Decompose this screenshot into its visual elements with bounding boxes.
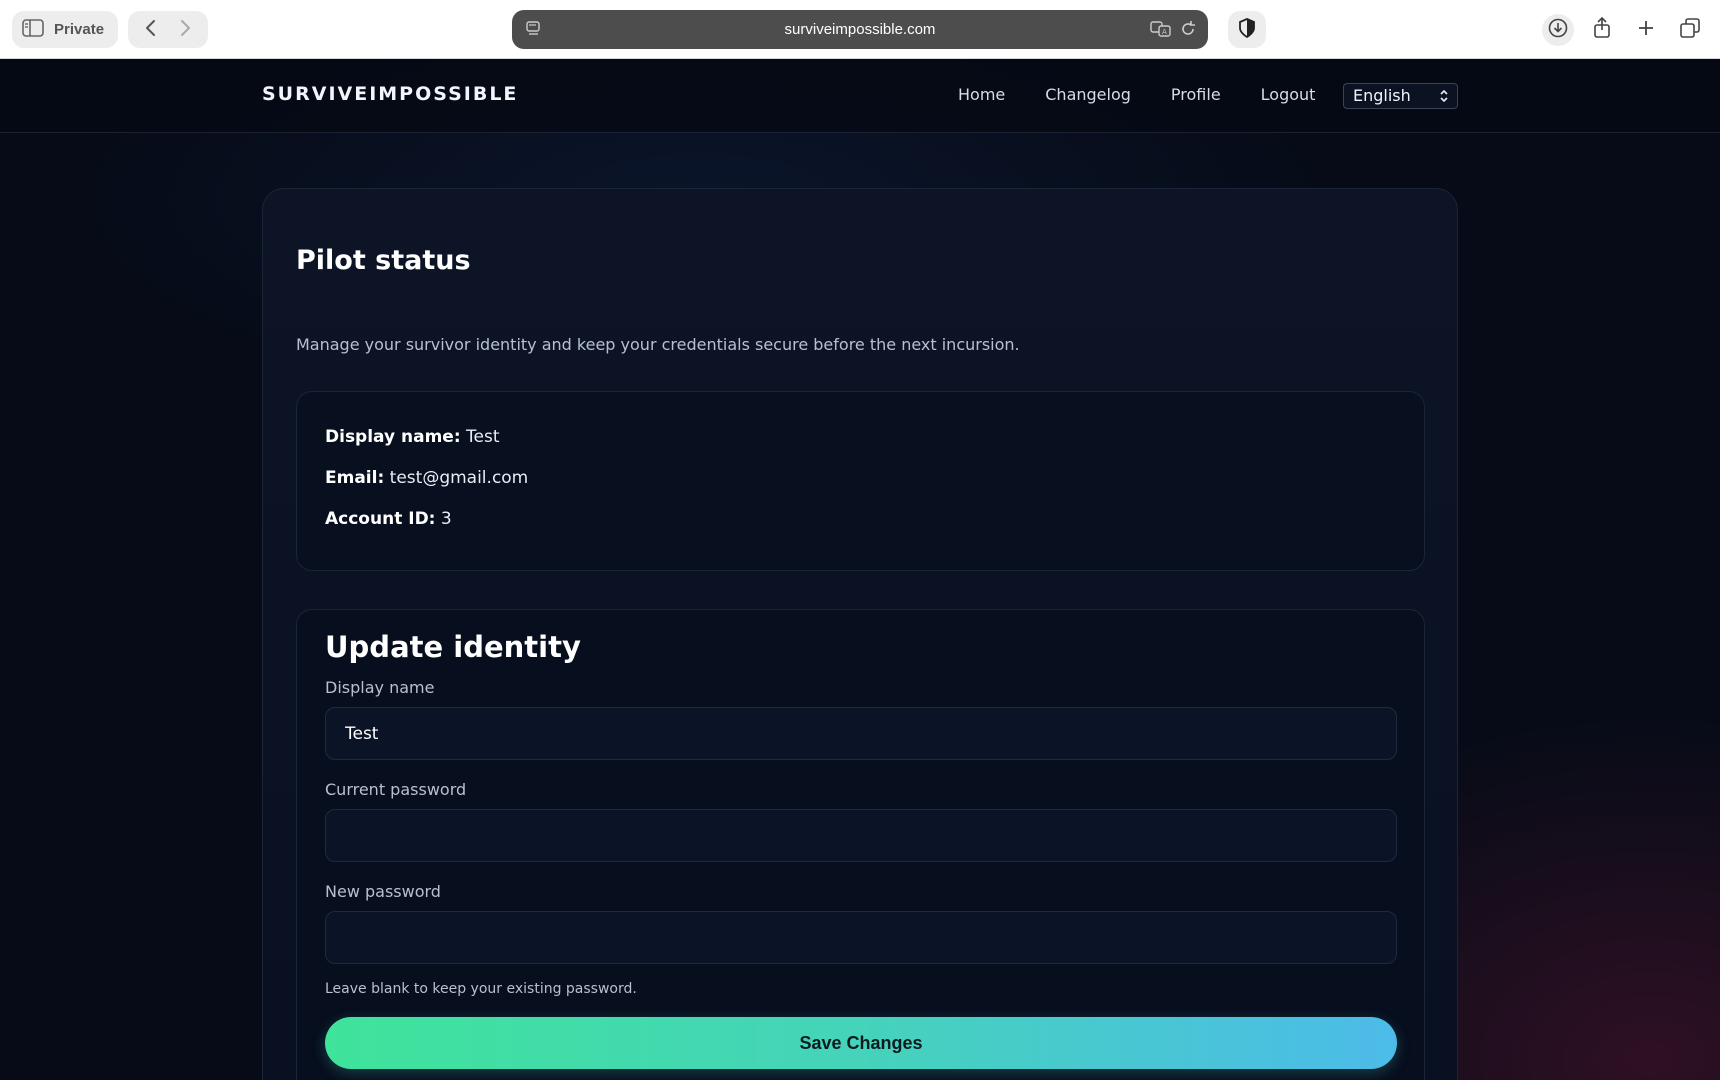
language-value: English (1353, 86, 1411, 105)
profile-card: Pilot status Manage your survivor identi… (262, 188, 1458, 1080)
nav-profile[interactable]: Profile (1171, 85, 1221, 104)
translate-icon[interactable]: A (1150, 20, 1172, 42)
account-id-value: 3 (440, 509, 452, 529)
email-value: test@gmail.com (389, 468, 529, 488)
back-icon[interactable] (144, 19, 158, 41)
nav-logout[interactable]: Logout (1261, 85, 1316, 104)
display-name-input[interactable] (325, 707, 1397, 760)
private-label: Private (54, 21, 105, 38)
download-icon (1548, 18, 1568, 42)
share-icon (1593, 16, 1611, 43)
nav-changelog[interactable]: Changelog (1045, 85, 1131, 104)
display-name-key: Display name: (325, 427, 461, 447)
url-text: surviveimpossible.com (784, 21, 936, 38)
sidebar-icon (22, 18, 44, 41)
email-row: Email: test@gmail.com (325, 468, 528, 488)
updown-chevron-icon (1439, 88, 1449, 108)
page-subtitle: Manage your survivor identity and keep y… (296, 335, 1020, 354)
share-button[interactable] (1586, 14, 1618, 46)
history-nav (128, 11, 208, 48)
current-password-label: Current password (325, 780, 467, 799)
current-password-input[interactable] (325, 809, 1397, 862)
form-title: Update identity (325, 630, 581, 664)
privacy-shield-button[interactable] (1228, 11, 1266, 48)
reload-icon[interactable] (1180, 20, 1196, 42)
display-name-row: Display name: Test (325, 427, 500, 447)
main-nav: Home Changelog Profile Logout (958, 85, 1315, 104)
sidebar-toggle-button[interactable]: Private (12, 11, 118, 48)
site-logo[interactable]: SURVIVEIMPOSSIBLE (262, 83, 518, 105)
save-changes-button[interactable]: Save Changes (325, 1017, 1397, 1069)
page: SURVIVEIMPOSSIBLE Home Changelog Profile… (0, 59, 1720, 1080)
email-key: Email: (325, 468, 385, 488)
account-info: Display name: Test Email: test@gmail.com… (296, 391, 1425, 571)
language-select[interactable]: English (1343, 83, 1458, 109)
password-hint: Leave blank to keep your existing passwo… (325, 981, 637, 997)
site-header: SURVIVEIMPOSSIBLE Home Changelog Profile… (0, 59, 1720, 133)
downloads-button[interactable] (1542, 14, 1574, 46)
shield-icon (1238, 17, 1256, 42)
nav-home[interactable]: Home (958, 85, 1005, 104)
forward-icon[interactable] (178, 19, 192, 41)
new-password-label: New password (325, 882, 441, 901)
svg-text:A: A (1162, 28, 1167, 36)
plus-icon (1637, 19, 1655, 41)
tabs-icon (1680, 18, 1700, 42)
page-menu-icon[interactable] (526, 21, 542, 41)
new-tab-button[interactable] (1630, 14, 1662, 46)
address-bar[interactable]: surviveimpossible.com A (512, 10, 1208, 49)
page-title: Pilot status (296, 245, 471, 276)
new-password-input[interactable] (325, 911, 1397, 964)
update-identity-form: Update identity Display name Current pas… (296, 609, 1425, 1080)
account-id-row: Account ID: 3 (325, 509, 452, 529)
browser-toolbar: Private surviveimpossible.com A (0, 0, 1720, 59)
tab-overview-button[interactable] (1674, 14, 1706, 46)
display-name-value: Test (466, 427, 500, 447)
account-id-key: Account ID: (325, 509, 436, 529)
display-name-label: Display name (325, 678, 435, 697)
